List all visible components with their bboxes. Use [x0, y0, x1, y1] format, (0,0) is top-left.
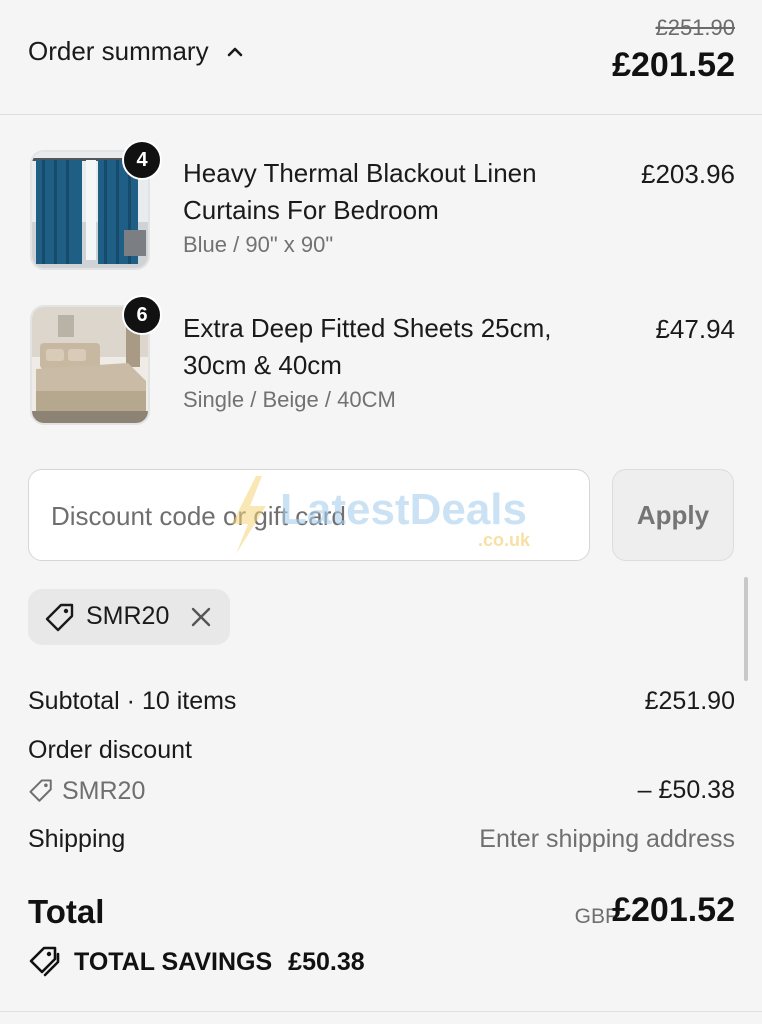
discount-code-input[interactable] [49, 470, 573, 562]
apply-discount-button[interactable]: Apply [612, 469, 734, 561]
order-summary-content: 4 Heavy Thermal Blackout Linen Curtains … [0, 115, 762, 1024]
discount-value: – £50.38 [637, 776, 735, 804]
item-variant: Blue / 90" x 90" [183, 232, 334, 257]
discount-code-text: SMR20 [62, 776, 146, 805]
tag-icon [29, 779, 52, 802]
savings-value: £50.38 [288, 947, 365, 976]
shipping-value: Enter shipping address [479, 825, 735, 853]
order-summary-title: Order summary [28, 36, 209, 66]
line-item: 6 Extra Deep Fitted Sheets 25cm, 30cm & … [0, 295, 762, 440]
item-name: Heavy Thermal Blackout Linen Curtains Fo… [183, 158, 537, 225]
order-discount-label: Order discount [28, 736, 192, 764]
tag-icon [45, 603, 74, 632]
quantity-badge: 6 [122, 295, 162, 335]
remove-discount-close-icon[interactable] [190, 606, 212, 628]
total-label: Total [28, 893, 105, 930]
divider [0, 1011, 762, 1012]
scrollbar[interactable] [744, 577, 748, 681]
subtotal-value: £251.90 [644, 687, 735, 715]
header-total-price: £201.52 [612, 46, 735, 84]
order-summary-header[interactable]: Order summary £251.90 £201.52 [0, 0, 762, 115]
savings-tag-icon [29, 946, 60, 977]
item-variant: Single / Beige / 40CM [183, 387, 396, 412]
discount-code-row: SMR20 [28, 776, 145, 806]
subtotal-label: Subtotal · 10 items [28, 687, 237, 715]
original-price: £251.90 [655, 15, 735, 40]
chevron-up-icon [227, 47, 242, 56]
item-name: Extra Deep Fitted Sheets 25cm, 30cm & 40… [183, 313, 552, 380]
discount-code-field-wrapper [28, 469, 590, 562]
savings-label: TOTAL SAVINGS [74, 947, 273, 976]
shipping-label: Shipping [28, 825, 126, 853]
total-value: £201.52 [612, 891, 735, 929]
line-item: 4 Heavy Thermal Blackout Linen Curtains … [0, 140, 762, 285]
quantity-badge: 4 [122, 140, 162, 180]
item-price: £47.94 [655, 314, 735, 344]
total-savings: TOTAL SAVINGS £50.38 [28, 945, 365, 979]
applied-code: SMR20 [86, 602, 170, 630]
item-price: £203.96 [641, 159, 735, 189]
order-summary-toggle[interactable]: Order summary [28, 36, 245, 67]
applied-discount-chip: SMR20 [28, 589, 230, 645]
